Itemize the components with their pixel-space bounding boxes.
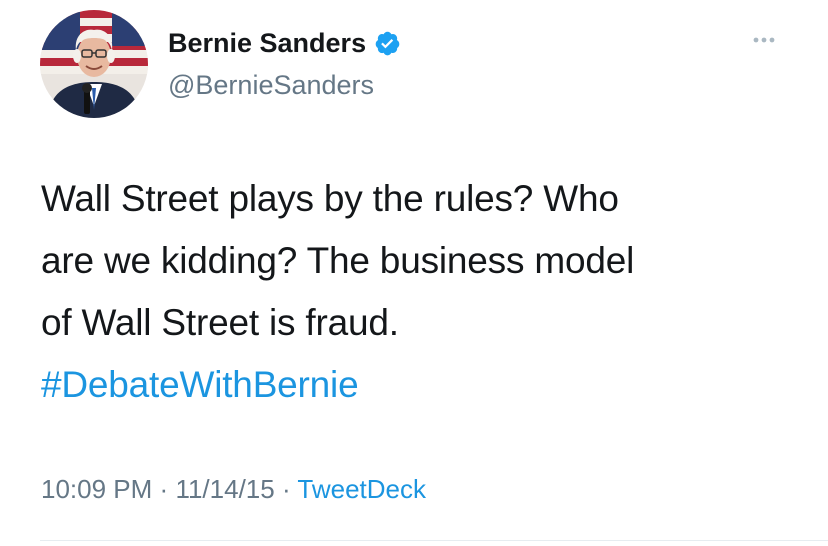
tweet-text: Wall Street plays by the rules? Who are … bbox=[41, 168, 801, 416]
tweet-text-line: of Wall Street is fraud. bbox=[41, 302, 399, 343]
meta-separator: · bbox=[159, 474, 169, 504]
tweet-time: 10:09 PM bbox=[41, 474, 153, 504]
divider bbox=[40, 540, 828, 541]
tweet-text-line: Wall Street plays by the rules? Who bbox=[41, 178, 619, 219]
tweet-meta: 10:09 PM · 11/14/15 · TweetDeck bbox=[41, 472, 426, 506]
more-dots-icon[interactable] bbox=[750, 30, 790, 50]
tweet-date: 11/14/15 bbox=[175, 474, 275, 504]
hashtag-link[interactable]: #DebateWithBernie bbox=[41, 364, 359, 405]
tweet-text-line: are we kidding? The business model bbox=[41, 240, 635, 281]
profile-photo-icon bbox=[40, 10, 148, 118]
author-name[interactable]: Bernie Sanders bbox=[168, 26, 366, 60]
author-name-row: Bernie Sanders bbox=[168, 26, 401, 60]
meta-separator: · bbox=[281, 474, 291, 504]
verified-badge-icon bbox=[374, 30, 401, 57]
avatar[interactable] bbox=[40, 10, 148, 118]
tweet-source-link[interactable]: TweetDeck bbox=[297, 474, 426, 504]
author-handle[interactable]: @BernieSanders bbox=[168, 68, 374, 102]
